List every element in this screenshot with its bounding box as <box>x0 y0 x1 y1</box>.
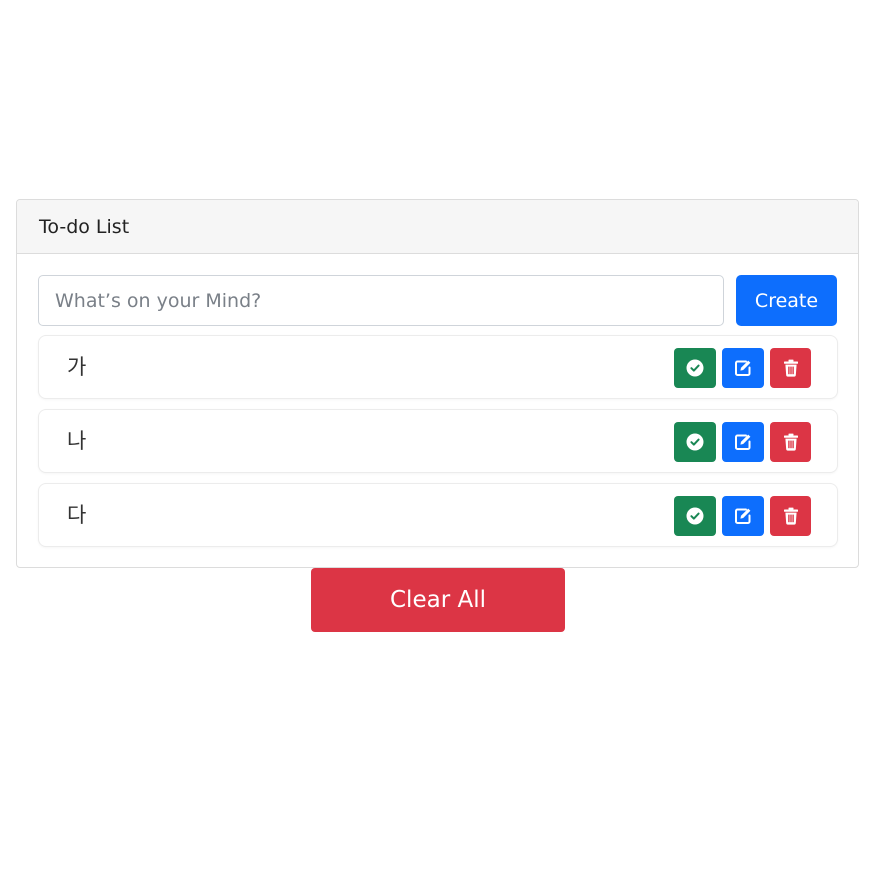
todo-text: 나 <box>67 429 87 453</box>
check-circle-icon <box>686 359 704 377</box>
complete-button[interactable] <box>674 348 716 388</box>
edit-button[interactable] <box>722 348 764 388</box>
complete-button[interactable] <box>674 496 716 536</box>
todo-input[interactable] <box>38 275 724 326</box>
edit-button[interactable] <box>722 496 764 536</box>
todo-actions <box>674 348 811 388</box>
delete-button[interactable] <box>770 496 811 536</box>
todo-item: 나 <box>38 409 838 473</box>
edit-icon <box>735 434 751 450</box>
todo-text: 다 <box>67 503 87 527</box>
edit-button[interactable] <box>722 422 764 462</box>
card-header: To-do List <box>17 200 858 254</box>
trash-icon <box>783 433 798 451</box>
todo-list: 가 나 다 <box>38 335 838 557</box>
create-button[interactable]: Create <box>736 275 837 326</box>
todo-item: 가 <box>38 335 838 399</box>
todo-card: To-do List Create 가 <box>16 199 859 568</box>
todo-item: 다 <box>38 483 838 547</box>
complete-button[interactable] <box>674 422 716 462</box>
delete-button[interactable] <box>770 348 811 388</box>
clear-all-button[interactable]: Clear All <box>311 568 565 632</box>
todo-actions <box>674 496 811 536</box>
delete-button[interactable] <box>770 422 811 462</box>
edit-icon <box>735 360 751 376</box>
edit-icon <box>735 508 751 524</box>
trash-icon <box>783 507 798 525</box>
check-circle-icon <box>686 433 704 451</box>
todo-actions <box>674 422 811 462</box>
input-row: Create <box>38 275 837 326</box>
card-title: To-do List <box>39 215 130 238</box>
trash-icon <box>783 359 798 377</box>
check-circle-icon <box>686 507 704 525</box>
todo-text: 가 <box>67 355 87 379</box>
